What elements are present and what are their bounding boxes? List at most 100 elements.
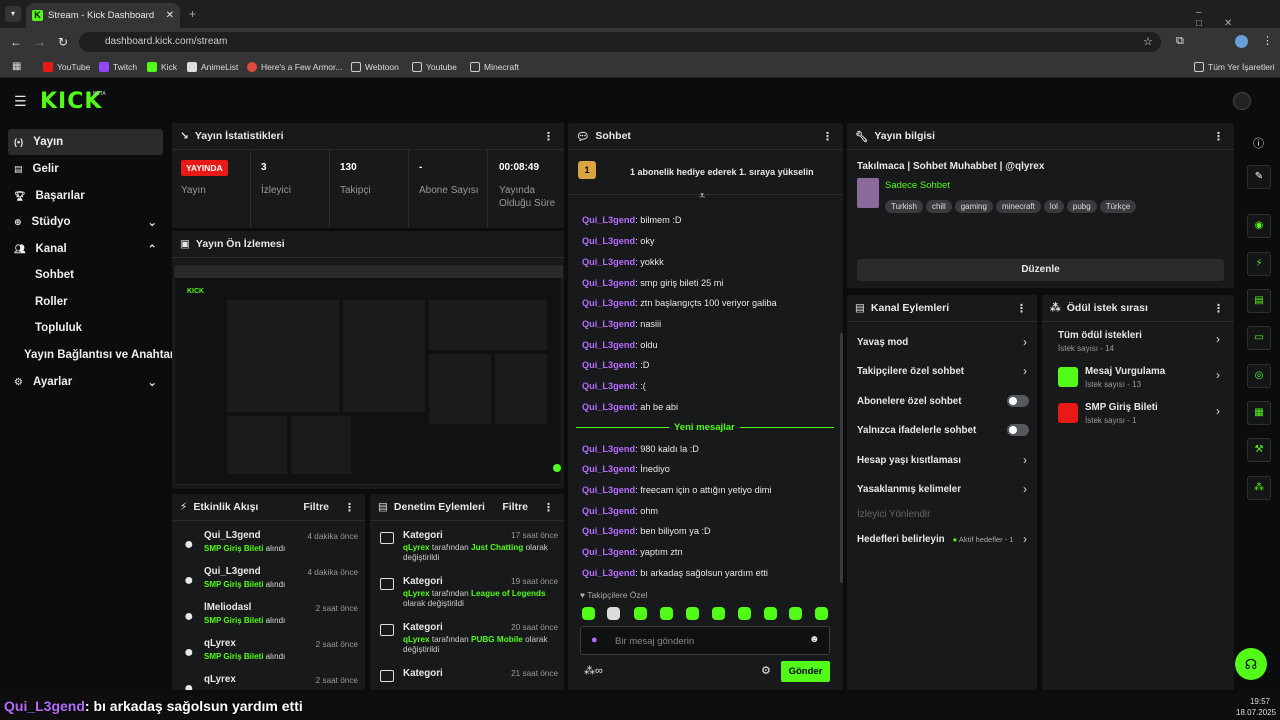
chat-icon[interactable]: ▭ <box>1247 326 1271 350</box>
chat-username[interactable]: Qui_L3gend <box>582 340 635 350</box>
reward-row-highlight[interactable]: Mesaj Vurgulama İstek sayısı - 13 › <box>1058 366 1228 394</box>
event-user[interactable]: lMeliodasl <box>204 602 251 613</box>
chat-username[interactable]: Qui_L3gend <box>582 319 635 329</box>
tag[interactable]: lol <box>1043 200 1064 213</box>
tag[interactable]: Türkçe <box>1099 200 1137 213</box>
chat-username[interactable]: Qui_L3gend <box>582 381 635 391</box>
emote-icon[interactable] <box>686 607 699 620</box>
reward-row-smp[interactable]: SMP Giriş Bileti İstek sayısı - 1 › <box>1058 402 1228 430</box>
filter-button[interactable]: Filtre <box>303 501 329 513</box>
user-avatar[interactable] <box>1233 92 1251 110</box>
sidebar-item-kanal[interactable]: 👥︎ Kanal ⌃ <box>8 236 163 262</box>
address-bar[interactable]: dashboard.kick.com/stream <box>79 32 1161 52</box>
event-user[interactable]: qLyrex <box>204 674 236 685</box>
more-icon[interactable]: ⋮ <box>1016 302 1027 315</box>
chevron-down-icon[interactable]: ⩡ <box>699 190 705 203</box>
emote-icon[interactable] <box>815 607 828 620</box>
more-icon[interactable]: ⋮ <box>1213 302 1224 315</box>
bookmark-minecraft[interactable]: Minecraft <box>470 62 519 72</box>
chat-username[interactable]: Qui_L3gend <box>582 464 635 474</box>
chat-username[interactable]: Qui_L3gend <box>582 298 635 308</box>
pinned-banner[interactable]: 1 1 abonelik hediye ederek 1. sıraya yük… <box>568 151 843 195</box>
forward-button[interactable]: → <box>34 35 46 49</box>
bookmark-youtube[interactable]: YouTube <box>43 62 90 72</box>
event-user[interactable]: Qui_L3gend <box>204 566 261 577</box>
action-slow-mode[interactable]: Yavaş mod <box>857 337 1032 348</box>
action-followers-only[interactable]: Takipçilere özel sohbet <box>857 366 1032 377</box>
more-icon[interactable]: ⋮ <box>1213 130 1224 143</box>
chat-username[interactable]: Qui_L3gend <box>582 506 635 516</box>
bookmark-webtoon[interactable]: Webtoon <box>351 62 399 72</box>
subscribers-only-toggle[interactable] <box>1007 395 1029 407</box>
tag[interactable]: pubg <box>1066 200 1097 213</box>
all-rewards-row[interactable]: Tüm ödül istekleri İstek sayısı - 14 › <box>1058 330 1228 358</box>
filter-button[interactable]: Filtre <box>502 501 528 513</box>
chat-username[interactable]: Qui_L3gend <box>582 360 635 370</box>
points-icon[interactable]: ⁂∞ <box>584 664 603 677</box>
sidebar-item-basarilar[interactable]: 🏆︎ Başarılar <box>8 183 163 209</box>
hamburger-icon[interactable]: ☰ <box>14 93 27 110</box>
camera-icon[interactable]: ◉ <box>1247 214 1271 238</box>
apps-icon[interactable]: ▦ <box>12 61 21 72</box>
chat-settings-icon[interactable]: ⚙ <box>761 664 771 677</box>
action-subscribers-only[interactable]: Abonelere özel sohbet <box>857 396 1032 407</box>
emote-icon[interactable] <box>582 607 595 620</box>
emote-icon[interactable] <box>660 607 673 620</box>
emote-only-toggle[interactable] <box>1007 424 1029 436</box>
taskbar-clock[interactable]: 19:57 18.07.2025 <box>1236 696 1276 718</box>
chat-username[interactable]: Qui_L3gend <box>582 444 635 454</box>
more-icon[interactable]: ⋮ <box>822 130 833 143</box>
action-goals[interactable]: Hedefleri belirleyin ● Aktif hedefler - 1 <box>857 534 1032 545</box>
emoji-icon[interactable]: ☻ <box>809 634 820 645</box>
bookmark-youtube-folder[interactable]: Youtube <box>412 62 457 72</box>
bookmark-star-icon[interactable]: ☆ <box>1143 35 1153 48</box>
bookmark-animelist[interactable]: AnimeList <box>187 62 238 72</box>
sidebar-sub-baglanti[interactable]: Yayın Bağlantısı ve Anahtarı <box>24 349 178 361</box>
extensions-icon[interactable]: ⧉ <box>1176 35 1184 48</box>
layout-icon[interactable]: ▦ <box>1247 401 1271 425</box>
tag[interactable]: gaming <box>954 200 993 213</box>
chat-username[interactable]: Qui_L3gend <box>582 485 635 495</box>
emote-icon[interactable] <box>634 607 647 620</box>
tag[interactable]: minecraft <box>995 200 1041 213</box>
category-link[interactable]: Sadece Sohbet <box>885 180 950 191</box>
sidebar-sub-roller[interactable]: Roller <box>35 296 68 308</box>
more-icon[interactable]: ⋮ <box>344 501 355 514</box>
edit-button[interactable]: Düzenle <box>857 259 1224 281</box>
sidebar-sub-sohbet[interactable]: Sohbet <box>35 269 74 281</box>
broadcast-icon[interactable]: ◎ <box>1247 364 1271 388</box>
profile-avatar[interactable] <box>1235 35 1248 48</box>
chat-username[interactable]: Qui_L3gend <box>582 236 635 246</box>
support-button[interactable]: ☊ <box>1235 648 1267 680</box>
more-icon[interactable]: ⋮ <box>543 501 554 514</box>
bookmark-twitch[interactable]: Twitch <box>99 62 137 72</box>
all-bookmarks[interactable]: Tüm Yer İşaretleri <box>1194 62 1275 72</box>
reward-icon[interactable]: ⁂ <box>1247 476 1271 500</box>
event-user[interactable]: qLyrex <box>204 638 236 649</box>
emote-icon[interactable] <box>712 607 725 620</box>
more-icon[interactable]: ⋮ <box>543 130 554 143</box>
emote-icon[interactable] <box>789 607 802 620</box>
emote-icon[interactable] <box>607 607 620 620</box>
reload-button[interactable]: ↻ <box>58 35 68 49</box>
event-user[interactable]: Qui_L3gend <box>204 530 261 541</box>
new-tab-button[interactable]: + <box>189 7 196 21</box>
emote-icon[interactable] <box>738 607 751 620</box>
action-emote-only[interactable]: Yalnızca ifadelerle sohbet <box>857 425 1032 436</box>
sidebar-item-ayarlar[interactable]: ⚙ Ayarlar ⌄ <box>8 369 163 395</box>
stream-video[interactable]: KICK <box>174 265 563 485</box>
bolt-icon[interactable]: ⚡︎ <box>1247 252 1271 276</box>
chat-username[interactable]: Qui_L3gend <box>582 568 635 578</box>
edit-icon[interactable]: ✎ <box>1247 165 1271 189</box>
menu-icon[interactable]: ⋮ <box>1262 34 1273 47</box>
chat-username[interactable]: Qui_L3gend <box>582 278 635 288</box>
chat-username[interactable]: Qui_L3gend <box>582 215 635 225</box>
emote-icon[interactable] <box>764 607 777 620</box>
tag[interactable]: chill <box>925 200 952 213</box>
close-tab-icon[interactable]: ✕ <box>166 10 174 21</box>
sidebar-item-yayin[interactable]: (•) Yayın <box>8 129 163 155</box>
action-banned-words[interactable]: Yasaklanmış kelimeler <box>857 484 1032 495</box>
action-account-age[interactable]: Hesap yaşı kısıtlaması <box>857 455 1032 466</box>
chat-username[interactable]: Qui_L3gend <box>582 402 635 412</box>
bookmark-armor[interactable]: Here's a Few Armor... <box>247 62 342 72</box>
